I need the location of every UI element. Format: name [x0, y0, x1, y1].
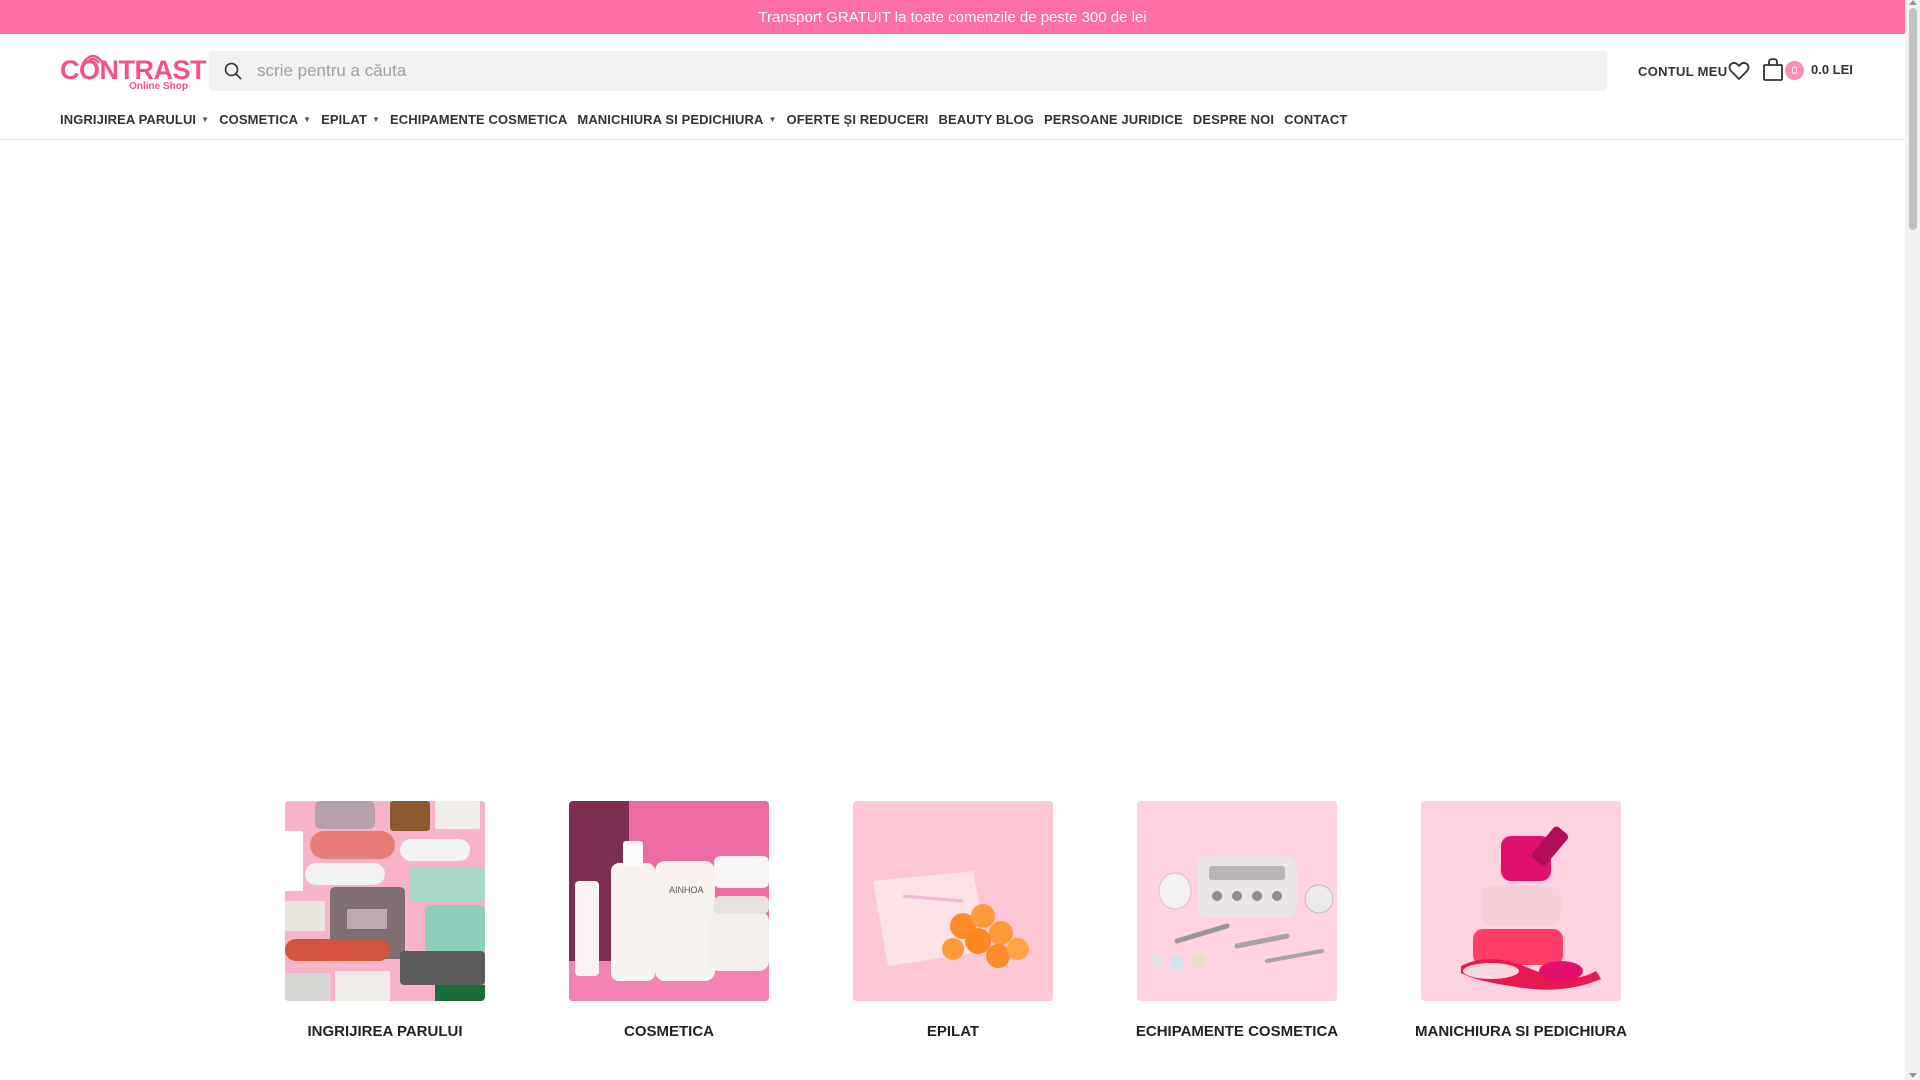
nav-item-despre-noi[interactable]: DESPRE NOI	[1193, 112, 1274, 127]
svg-text:AINHOA: AINHOA	[669, 885, 704, 895]
account-link[interactable]: CONTUL MEU	[1638, 64, 1727, 79]
wax-illustration	[853, 801, 1053, 1001]
category-card-epilat[interactable]: EPILAT	[853, 801, 1053, 1040]
chevron-down-icon: ▼	[303, 114, 312, 124]
chevron-down-icon: ▼	[371, 114, 381, 124]
nav-item-label: BEAUTY BLOG	[938, 111, 1034, 127]
nav-item-epilat[interactable]: EPILAT ▼	[321, 112, 380, 127]
category-image-cosmetics[interactable]: AINHOA	[569, 801, 769, 1001]
category-label[interactable]: COSMETICA	[529, 1023, 809, 1040]
scrollbar-thumb[interactable]	[1909, 8, 1917, 230]
nav-item-label: PERSOANE JURIDICE	[1043, 111, 1183, 127]
category-label[interactable]: MANICHIURA SI PEDICHIURA	[1381, 1023, 1661, 1040]
nav-item-label: INGRIJIREA PARULUI	[60, 111, 197, 127]
nav-item-label: ECHIPAMENTE COSMETICA	[390, 111, 568, 127]
category-card-manichiura-si-pedichiura[interactable]: MANICHIURA SI PEDICHIURA	[1415, 801, 1627, 1040]
category-image-equipment[interactable]	[1137, 801, 1337, 1001]
hair-products-illustration	[285, 801, 485, 1001]
category-image-epilat[interactable]	[853, 801, 1053, 1001]
equipment-illustration	[1137, 801, 1337, 1001]
heart-icon[interactable]	[1728, 61, 1750, 81]
promo-bar: Transport GRATUIT la toate comenzile de …	[0, 0, 1905, 34]
chevron-down-icon: ▼	[768, 114, 777, 124]
nav-item-cosmetica[interactable]: COSMETICA ▼	[219, 112, 311, 127]
scroll-down-arrow-icon[interactable]	[1909, 1073, 1917, 1078]
category-card-ingrijirea-parului[interactable]: INGRIJIREA PARULUI	[285, 801, 485, 1040]
nav-item-ingrijirea-parului[interactable]: INGRIJIREA PARULUI ▼	[60, 112, 209, 127]
nav-item-label: EPILAT	[321, 111, 367, 127]
nav-item-label: MANICHIURA SI PEDICHIURA	[577, 111, 764, 127]
category-label[interactable]: ECHIPAMENTE COSMETICA	[1097, 1023, 1377, 1040]
cosmetics-illustration: AINHOA	[569, 801, 769, 1001]
nav-item-contact[interactable]: CONTACT	[1284, 112, 1347, 127]
hero-banner	[0, 141, 1905, 781]
nav-item-label: COSMETICA	[219, 111, 299, 127]
main-nav: INGRIJIREA PARULUI ▼ COSMETICA ▼ EPILAT ▼ E…	[60, 107, 1357, 131]
shopping-bag-icon[interactable]	[1762, 58, 1784, 82]
site-logo[interactable]: CONTRAST Online Shop	[60, 49, 207, 95]
category-card-cosmetica[interactable]: AINHOA COSMETICA	[569, 801, 769, 1040]
category-image-nail-polish[interactable]	[1421, 801, 1621, 1001]
nav-item-label: CONTACT	[1284, 111, 1348, 127]
promo-text: Transport GRATUIT la toate comenzile de …	[758, 8, 1147, 26]
viewport: Transport GRATUIT la toate comenzile de …	[0, 0, 1920, 1080]
nav-item-oferte-si-reduceri[interactable]: OFERTE ȘI REDUCERI	[787, 112, 929, 127]
nav-item-echipamente-cosmetica[interactable]: ECHIPAMENTE COSMETICA	[390, 112, 567, 127]
nav-item-manichiura-si-pedichiura[interactable]: MANICHIURA SI PEDICHIURA ▼	[577, 112, 776, 127]
nav-item-persoane-juridice[interactable]: PERSOANE JURIDICE	[1044, 112, 1183, 127]
category-grid: INGRIJIREA PARULUI AINHOA COSMETICA EPIL…	[0, 801, 1905, 1041]
category-label[interactable]: EPILAT	[813, 1023, 1093, 1040]
nav-item-beauty-blog[interactable]: BEAUTY BLOG	[938, 112, 1033, 127]
category-label[interactable]: INGRIJIREA PARULUI	[245, 1023, 525, 1040]
logo-subtitle: Online Shop	[129, 81, 188, 92]
search-bar	[209, 51, 1607, 91]
nav-item-label: DESPRE NOI	[1192, 111, 1275, 127]
page-scrollbar[interactable]	[1905, 0, 1920, 1080]
search-icon[interactable]	[223, 61, 243, 81]
category-image-hair-products[interactable]	[285, 801, 485, 1001]
nail-polish-illustration	[1421, 801, 1621, 1001]
chevron-down-icon: ▼	[201, 114, 210, 124]
site-header: CONTRAST Online Shop CONTUL MEU 0 0.0 LE…	[0, 34, 1905, 140]
nav-item-label: OFERTE ȘI REDUCERI	[786, 111, 929, 127]
cart-count-badge[interactable]: 0	[1785, 61, 1804, 80]
cart-total[interactable]: 0.0 LEI	[1811, 62, 1853, 77]
scroll-up-arrow-icon[interactable]	[1909, 0, 1917, 5]
search-input[interactable]	[257, 61, 1557, 81]
category-card-echipamente-cosmetica[interactable]: ECHIPAMENTE COSMETICA	[1136, 801, 1338, 1040]
